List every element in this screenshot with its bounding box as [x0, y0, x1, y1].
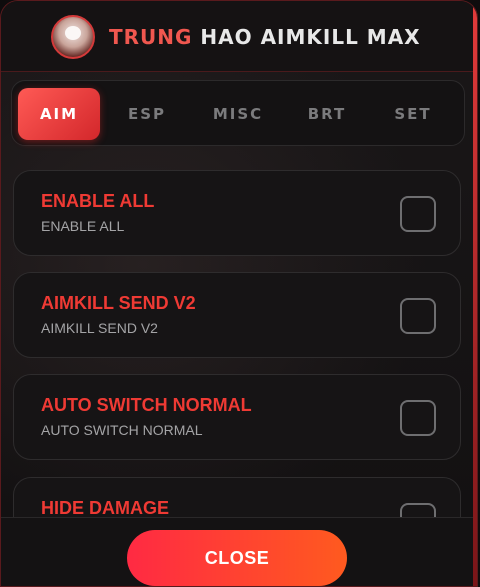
option-enable-all[interactable]: ENABLE ALL ENABLE ALL	[13, 170, 461, 256]
menu-title: TRUNG HAO AIMKILL MAX	[109, 23, 421, 51]
avatar	[51, 15, 95, 59]
option-subtitle: AIMKILL SEND V2	[41, 320, 158, 336]
title-rest: HAO AIMKILL MAX	[192, 25, 421, 49]
tab-bar: AIM ESP MISC BRT SET	[11, 80, 465, 146]
option-auto-switch-normal[interactable]: AUTO SWITCH NORMAL AUTO SWITCH NORMAL	[13, 374, 461, 460]
tab-misc[interactable]: MISC	[194, 88, 282, 140]
menu-header: TRUNG HAO AIMKILL MAX	[1, 1, 477, 72]
option-title: AIMKILL SEND V2	[41, 293, 196, 313]
auto-switch-normal-checkbox[interactable]	[400, 400, 436, 436]
tab-aim[interactable]: AIM	[18, 88, 100, 140]
enable-all-checkbox[interactable]	[400, 196, 436, 232]
tab-brt[interactable]: BRT	[288, 88, 366, 140]
aimkill-send-v2-checkbox[interactable]	[400, 298, 436, 334]
mod-menu-panel: TRUNG HAO AIMKILL MAX AIM ESP MISC BRT S…	[0, 0, 478, 587]
menu-footer: CLOSE	[1, 517, 477, 586]
option-aimkill-send-v2[interactable]: AIMKILL SEND V2 AIMKILL SEND V2	[13, 272, 461, 358]
option-subtitle: ENABLE ALL	[41, 218, 125, 234]
option-title: ENABLE ALL	[41, 191, 155, 211]
title-accent: TRUNG	[109, 25, 193, 49]
option-subtitle: AUTO SWITCH NORMAL	[41, 422, 203, 438]
close-button[interactable]: CLOSE	[127, 530, 347, 586]
option-title: HIDE DAMAGE	[41, 498, 170, 518]
tab-set[interactable]: SET	[372, 88, 454, 140]
tab-esp[interactable]: ESP	[106, 88, 188, 140]
option-title: AUTO SWITCH NORMAL	[41, 395, 252, 415]
